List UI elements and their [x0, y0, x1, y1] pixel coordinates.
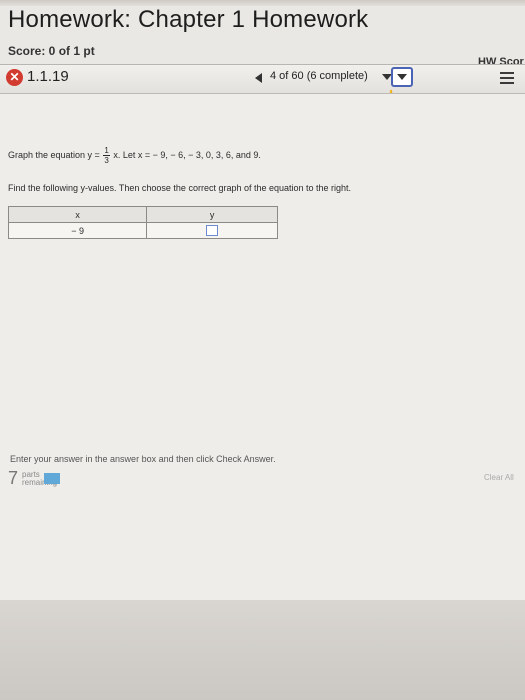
table-header-row: x y: [7, 206, 278, 223]
prompt-text-after: x. Let x = − 9, − 6, − 3, 0, 3, 6, and 9…: [113, 149, 261, 160]
menu-grid-icon[interactable]: [500, 72, 514, 84]
x-value-cell: − 9: [7, 222, 148, 239]
fraction-denominator: 3: [104, 156, 109, 165]
y-answer-input[interactable]: [206, 225, 219, 237]
y-column-header: y: [146, 206, 278, 223]
score-label: Score: 0 of 1 pt: [8, 44, 95, 58]
page-title: Homework: Chapter 1 Homework: [8, 6, 369, 33]
question-prompt: Graph the equation y = 1 3 x. Let x = − …: [8, 146, 261, 165]
prompt-text-before: Graph the equation y =: [8, 149, 100, 160]
question-instruction: Find the following y-values. Then choose…: [8, 183, 352, 193]
question-number: 1.1.19: [27, 68, 69, 85]
bottom-bar: [0, 600, 525, 700]
coefficient-fraction: 1 3: [103, 146, 110, 165]
parts-progress-bar: [44, 473, 60, 484]
question-progress[interactable]: 4 of 60 (6 complete): [270, 70, 368, 82]
answer-instructions: Enter your answer in the answer box and …: [10, 454, 276, 464]
y-answer-cell: [146, 222, 278, 239]
parts-remaining-count: 7: [8, 468, 19, 488]
clear-all-button[interactable]: Clear All: [484, 473, 514, 482]
table-row: − 9: [7, 222, 278, 239]
xy-value-table: x y − 9: [7, 206, 278, 239]
question-nav-bar: ✕ 1.1.19 4 of 60 (6 complete) ☝: [0, 65, 525, 108]
next-question-button[interactable]: [391, 67, 413, 87]
fraction-numerator: 1: [103, 146, 110, 156]
incorrect-x-icon: ✕: [6, 69, 23, 86]
x-column-header: x: [7, 206, 148, 223]
next-arrow-icon: [397, 74, 407, 80]
previous-question-arrow-icon[interactable]: [255, 73, 262, 83]
